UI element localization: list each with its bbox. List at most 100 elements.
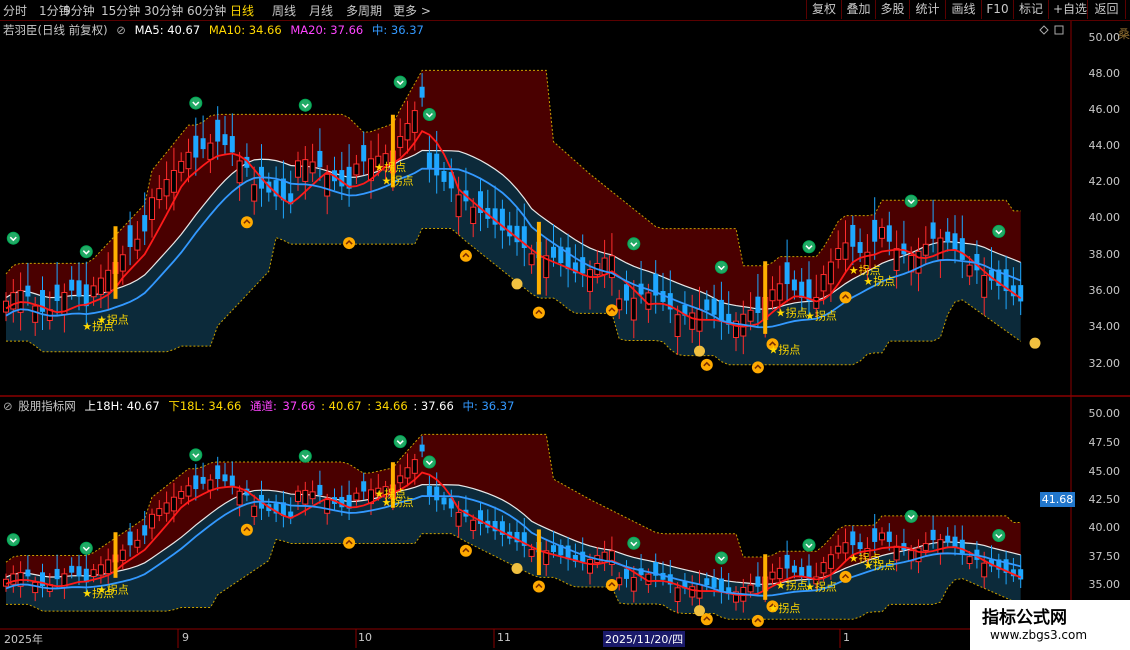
collapse-icon[interactable]: ⊘ bbox=[3, 399, 13, 413]
p1-turning-point-label: ★拐点 bbox=[382, 173, 414, 187]
p2-candle-body bbox=[959, 539, 965, 554]
p2-candle-body bbox=[922, 543, 929, 551]
p1-candle-body bbox=[959, 238, 965, 260]
p1-candle-body bbox=[784, 262, 790, 285]
toolbar-tab-8[interactable]: 月线 bbox=[309, 2, 333, 19]
p2-candle-body bbox=[76, 566, 82, 577]
p2-signal-bar bbox=[763, 554, 768, 600]
p2-candle-body bbox=[776, 567, 783, 580]
p2-candle-body bbox=[769, 571, 776, 580]
p1-candle-body bbox=[134, 238, 141, 251]
p1-candle-body bbox=[470, 206, 477, 225]
p2-candle-body bbox=[134, 539, 141, 548]
p2-candle-body bbox=[930, 529, 936, 541]
toolbar-tab-4[interactable]: 30分钟 bbox=[144, 2, 183, 19]
p1-candle-body bbox=[893, 248, 900, 271]
p1-buy-icon bbox=[532, 306, 545, 319]
p1-signal-bar bbox=[536, 221, 541, 295]
toolbar-tab-9[interactable]: 多周期 bbox=[346, 2, 382, 19]
p1-candle-body bbox=[163, 179, 170, 197]
toolbar-tab-5[interactable]: 60分钟 bbox=[187, 2, 226, 19]
x-tick-label: 10 bbox=[358, 631, 372, 644]
toolbar-tab-6[interactable]: 日线 bbox=[230, 2, 254, 19]
p2-candle-body bbox=[624, 568, 629, 579]
toolbar-tab-3[interactable]: 15分钟 bbox=[101, 2, 140, 19]
p1-candle-body bbox=[317, 150, 323, 168]
p2-turning-point-label: ★拐点 bbox=[382, 495, 414, 509]
p1-candle-body bbox=[178, 160, 185, 173]
p2-buy-icon bbox=[839, 570, 852, 583]
p1-candle-body bbox=[97, 277, 104, 295]
diamond-icon bbox=[1039, 25, 1049, 35]
p2-candle-body bbox=[90, 569, 97, 578]
p2-candle-body bbox=[119, 549, 126, 561]
p2-candle-body bbox=[193, 475, 199, 490]
watermark-url: www.zbgs3.com bbox=[990, 628, 1088, 642]
collapse-icon[interactable]: ⊘ bbox=[116, 23, 126, 37]
p2-candle-body bbox=[32, 581, 39, 594]
p1-candle-body bbox=[434, 153, 440, 176]
chart-canvas: ★拐点★拐点★拐点★拐点★拐点★拐点★拐点★拐点★拐点★拐点★拐点★拐点★拐点★… bbox=[0, 19, 1130, 648]
p2-candle-body bbox=[835, 545, 842, 554]
channel-v4: : 37.66 bbox=[413, 399, 454, 413]
toolbar-btn-2[interactable]: 多股 bbox=[875, 0, 910, 19]
toolbar-tab-7[interactable]: 周线 bbox=[272, 2, 296, 19]
p2-candle-body bbox=[791, 565, 797, 573]
p2-candle-body bbox=[309, 491, 316, 500]
p2-candle-body bbox=[827, 554, 834, 569]
y-tick-label: 47.50 bbox=[1088, 436, 1121, 449]
p1-candle-body bbox=[827, 261, 834, 285]
mid-value-2: 中: 36.37 bbox=[462, 399, 515, 413]
p2-candle-body bbox=[397, 475, 404, 484]
toolbar-btn-5[interactable]: F10 bbox=[981, 0, 1014, 19]
channel-v1: 37.66 bbox=[282, 399, 316, 413]
toolbar-btn-6[interactable]: 标记 bbox=[1013, 0, 1049, 19]
p1-candle-body bbox=[850, 224, 856, 247]
p1-candle-body bbox=[229, 136, 235, 153]
p1-turning-point-label: ★拐点 bbox=[374, 160, 406, 174]
p2-candle-body bbox=[163, 502, 170, 514]
p2-candle-body bbox=[470, 519, 477, 532]
p1-candle-body bbox=[952, 233, 958, 250]
p1-candle-body bbox=[981, 275, 988, 298]
watermark-title: 指标公式网 bbox=[982, 608, 1067, 628]
p1-sell-icon bbox=[6, 231, 20, 245]
p1-candle-body bbox=[83, 284, 89, 307]
p2-candle-body bbox=[711, 577, 717, 588]
p1-candle-body bbox=[857, 242, 863, 253]
toolbar-btn-0[interactable]: 复权 bbox=[806, 0, 842, 19]
p1-buy-icon bbox=[839, 291, 852, 304]
toolbar-btn-4[interactable]: 画线 bbox=[945, 0, 982, 19]
p2-candle-body bbox=[170, 496, 177, 512]
p1-buy-icon bbox=[240, 216, 253, 229]
toolbar-tab-2[interactable]: 5分钟 bbox=[63, 2, 95, 19]
p1-buy-icon bbox=[343, 237, 356, 250]
p1-candle-body bbox=[674, 314, 681, 338]
toolbar-btn-3[interactable]: 统计 bbox=[909, 0, 946, 19]
p1-candle-body bbox=[397, 136, 404, 148]
channel-v3: : 34.66 bbox=[367, 399, 408, 413]
p1-turning-point-label: ★拐点 bbox=[97, 312, 129, 326]
p1-candle-body bbox=[711, 298, 717, 315]
toolbar-tab-10[interactable]: 更多 > bbox=[393, 2, 431, 19]
y-tick-label: 35.00 bbox=[1088, 578, 1121, 591]
toolbar-tab-0[interactable]: 分时 bbox=[3, 2, 27, 19]
toolbar-btn-7[interactable]: +自选 bbox=[1048, 0, 1088, 19]
p1-candle-body bbox=[551, 246, 556, 258]
p2-buy-icon bbox=[240, 523, 253, 536]
p2-turning-point-label: ★拐点 bbox=[97, 582, 129, 596]
p1-candle-body bbox=[170, 169, 177, 193]
p2-candle-body bbox=[966, 556, 973, 565]
p2-candle-body bbox=[361, 481, 367, 492]
ma5-value: MA5: 40.67 bbox=[134, 23, 201, 37]
p1-candle-body bbox=[426, 152, 432, 169]
p2-candle-body bbox=[689, 586, 696, 598]
p1-candle-body bbox=[90, 285, 97, 298]
p1-money-bag-icon bbox=[1029, 337, 1041, 349]
y-tick-label: 48.00 bbox=[1088, 67, 1121, 80]
toolbar-btn-8[interactable]: 返回 bbox=[1087, 0, 1126, 19]
toolbar-btn-1[interactable]: 叠加 bbox=[841, 0, 876, 19]
p2-buy-icon bbox=[459, 544, 472, 557]
p2-sell-icon bbox=[714, 551, 728, 565]
p2-candle-body bbox=[937, 539, 944, 554]
